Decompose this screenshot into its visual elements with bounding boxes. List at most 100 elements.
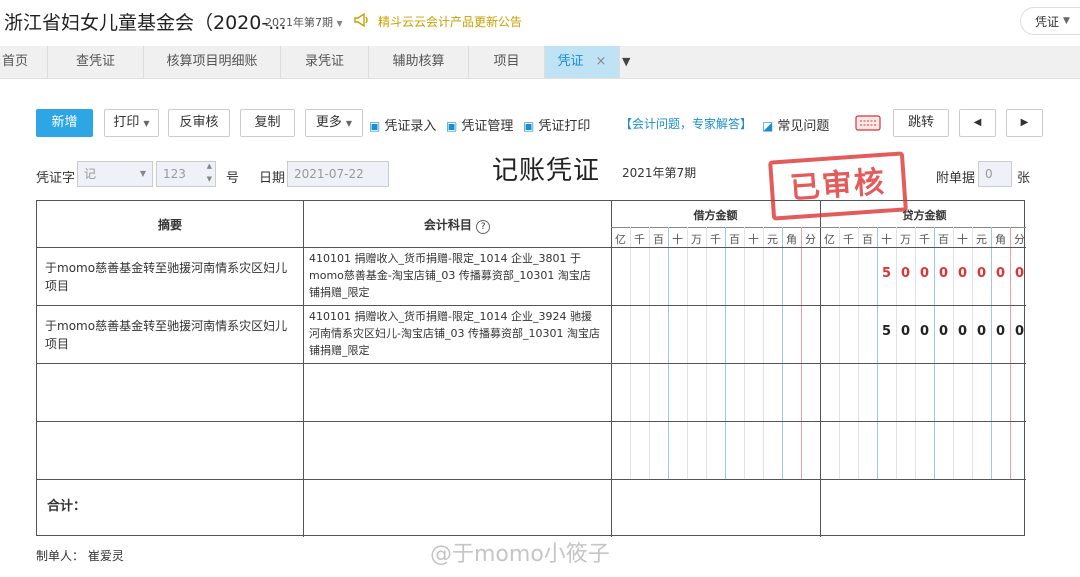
credit-amount-digit: 0 <box>1014 324 1025 339</box>
copy-button[interactable]: 复制 <box>240 109 295 137</box>
digit-divider <box>725 227 726 479</box>
close-icon[interactable]: × <box>596 54 607 69</box>
voucher-entry-link[interactable]: ▣ 凭证录入 <box>369 115 436 134</box>
faq-link[interactable]: ◪ 常见问题 <box>762 115 829 134</box>
weibo-watermark: @于momo小筱子 <box>430 542 610 567</box>
chevron-right-icon: ▶ <box>1020 117 1029 128</box>
stepper-icon[interactable]: ▲ ▼ <box>207 160 212 186</box>
voucher-title: 记账凭证 <box>492 156 601 186</box>
tab-voucher[interactable]: 凭证 × <box>545 46 620 78</box>
question-icon: ◪ <box>762 119 774 133</box>
digit-unit-label: 分 <box>805 233 816 246</box>
print-button-label: 打印 <box>113 115 140 130</box>
credit-amount-digit: 0 <box>900 266 911 281</box>
jump-button[interactable]: 跳转 <box>893 109 949 137</box>
digit-unit-label: 百 <box>938 233 949 246</box>
attachment-label: 附单据 <box>936 171 976 186</box>
digit-divider <box>630 227 631 479</box>
video-icon: ▣ <box>446 119 458 133</box>
digit-divider <box>934 227 935 479</box>
tab-more-icon[interactable]: ▼ <box>622 55 630 68</box>
digit-divider <box>763 227 764 479</box>
digit-divider <box>915 227 916 479</box>
add-button[interactable]: 新增 <box>36 109 93 137</box>
credit-amount-digit: 0 <box>900 324 911 339</box>
help-icon[interactable]: ? <box>476 220 491 234</box>
digit-divider <box>744 227 745 479</box>
digit-divider <box>858 227 859 479</box>
row-divider <box>37 363 1026 364</box>
voucher-menu-label: 凭证 <box>1035 14 1060 29</box>
row-divider <box>37 305 1026 306</box>
summary-cell[interactable]: 于momo慈善基金转至驰援河南情系灾区妇儿项目 <box>45 317 291 353</box>
tab-auxiliary[interactable]: 辅助核算 <box>369 46 469 78</box>
tab-query-voucher[interactable]: 查凭证 <box>48 46 144 78</box>
summary-cell[interactable]: 于momo慈善基金转至驰援河南情系灾区妇儿项目 <box>45 259 291 295</box>
account-cell[interactable]: 410101 捐赠收入_货币捐赠-限定_1014 企业_3801 于momo慈善… <box>309 250 601 301</box>
column-divider <box>820 201 821 537</box>
faq-label: 常见问题 <box>777 119 830 134</box>
digit-unit-label: 元 <box>767 233 778 246</box>
more-button[interactable]: 更多 ▼ <box>305 109 363 137</box>
digit-divider <box>1010 227 1011 479</box>
expert-help-link[interactable]: 【会计问题，专家解答】 <box>620 115 752 132</box>
attachment-count-input[interactable]: 0 <box>978 161 1012 187</box>
chevron-down-icon: ▼ <box>143 119 150 128</box>
voucher-table: 摘要 会计科目 ? 借方金额 贷方金额亿千百十万千百十元角分亿千百十万千百十元角分于m… <box>36 200 1026 537</box>
row-divider <box>37 479 1026 480</box>
attachment-unit-label: 张 <box>1017 171 1031 186</box>
keyboard-icon[interactable] <box>855 115 881 131</box>
voucher-manage-link[interactable]: ▣ 凭证管理 <box>446 115 513 134</box>
digit-unit-label: 元 <box>976 233 987 246</box>
tab-bar: 首页 查凭证 核算项目明细账 录凭证 辅助核算 项目 凭证 × <box>0 46 1080 79</box>
next-voucher-button[interactable]: ▶ <box>1006 109 1043 137</box>
print-button[interactable]: 打印 ▼ <box>104 109 159 137</box>
period-selector[interactable]: 2021年第7期 ▼ <box>265 14 343 30</box>
tab-project[interactable]: 项目 <box>469 46 545 78</box>
chevron-down-icon: ▼ <box>345 119 353 128</box>
digit-unit-label: 千 <box>634 233 645 246</box>
voucher-word-label: 凭证字 <box>36 171 76 186</box>
account-cell[interactable]: 410101 捐赠收入_货币捐赠-限定_1014 企业_3924 驰援河南情系灾… <box>309 308 601 359</box>
voucher-number-stepper[interactable]: 123 ▲ ▼ <box>156 161 216 187</box>
digit-unit-label: 角 <box>995 233 1006 246</box>
total-label: 合计： <box>47 499 87 514</box>
video-icon: ▣ <box>523 119 535 133</box>
prev-voucher-button[interactable]: ◀ <box>959 109 996 137</box>
tab-record-voucher[interactable]: 录凭证 <box>281 46 369 78</box>
digit-unit-label: 万 <box>691 233 702 246</box>
col-account-header: 会计科目 ? <box>303 216 611 234</box>
digit-divider <box>896 227 897 479</box>
digit-divider <box>972 227 973 479</box>
digit-unit-label: 十 <box>881 233 892 246</box>
digit-divider <box>649 227 650 479</box>
digit-unit-label: 千 <box>919 233 930 246</box>
credit-amount-digit: 0 <box>1014 266 1025 281</box>
credit-amount-digit: 0 <box>938 266 949 281</box>
tab-project-ledger[interactable]: 核算项目明细账 <box>144 46 281 78</box>
update-notice-link[interactable]: 精斗云云会计产品更新公告 <box>378 13 522 30</box>
credit-amount-digit: 0 <box>938 324 949 339</box>
digit-unit-label: 千 <box>843 233 854 246</box>
chevron-left-icon: ◀ <box>973 117 982 128</box>
credit-amount-digit: 5 <box>881 324 892 339</box>
tab-home[interactable]: 首页 <box>0 46 48 78</box>
unaudit-button[interactable]: 反审核 <box>168 109 230 137</box>
column-divider <box>303 201 304 537</box>
voucher-entry-label: 凭证录入 <box>384 119 437 134</box>
voucher-word-select[interactable]: 记 ▼ <box>77 161 153 187</box>
chevron-down-icon: ▼ <box>1063 16 1070 26</box>
digit-unit-label: 十 <box>957 233 968 246</box>
digit-divider <box>687 227 688 479</box>
digit-unit-label: 千 <box>710 233 721 246</box>
org-title: 浙江省妇女儿童基金会（2020-... <box>4 12 287 34</box>
credit-amount-digit: 0 <box>957 324 968 339</box>
voucher-print-link[interactable]: ▣ 凭证打印 <box>523 115 590 134</box>
digit-unit-label: 百 <box>729 233 740 246</box>
date-label: 日期 <box>259 171 286 186</box>
date-field[interactable]: 2021-07-22 <box>287 161 389 187</box>
voucher-menu[interactable]: 凭证 ▼ <box>1020 7 1080 35</box>
digit-unit-label: 分 <box>1014 233 1025 246</box>
digit-divider <box>668 227 669 479</box>
digit-divider <box>706 227 707 479</box>
